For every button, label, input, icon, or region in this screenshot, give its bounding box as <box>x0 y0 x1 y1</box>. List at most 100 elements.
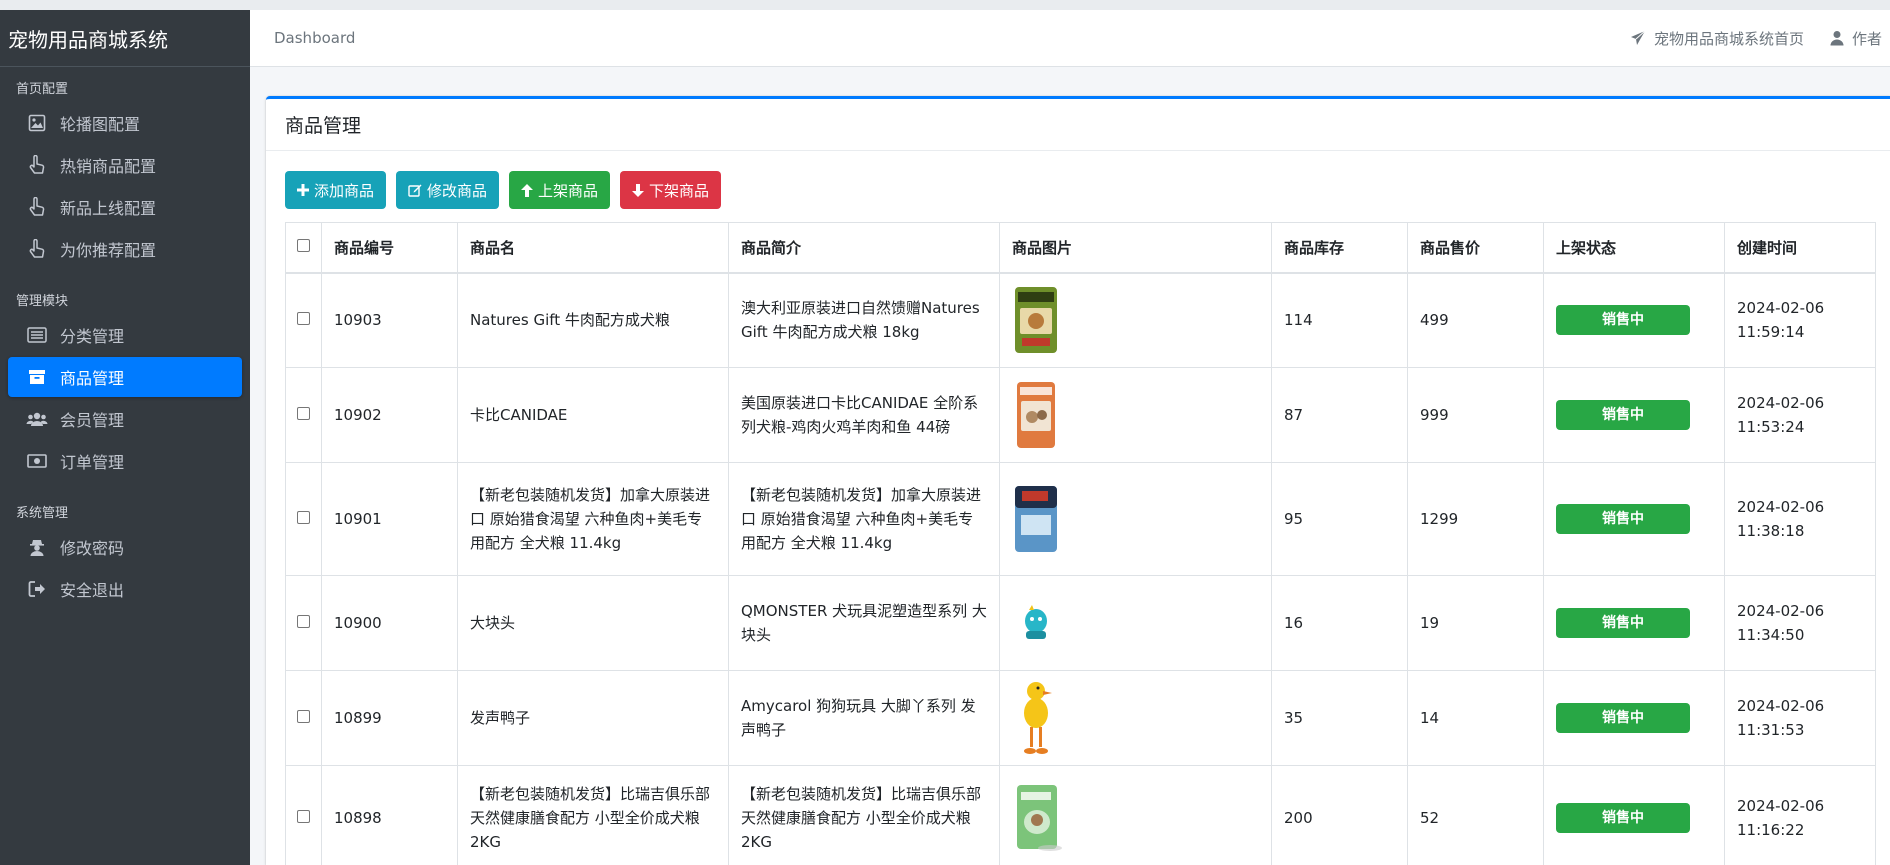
sidebar-item-order-management[interactable]: 订单管理 <box>8 441 242 481</box>
goods-intro: 澳大利亚原装进口自然馈赠Natures Gift 牛肉配方成犬粮 18kg <box>728 272 1000 368</box>
sidebar-item-new-goods-config[interactable]: 新品上线配置 <box>8 187 242 227</box>
sidebar-item-category-management[interactable]: 分类管理 <box>8 315 242 355</box>
sidebar-item-carousel-config[interactable]: 轮播图配置 <box>8 103 242 143</box>
goods-intro: QMONSTER 犬玩具泥塑造型系列 大块头 <box>728 575 1000 671</box>
sidebar-item-change-password[interactable]: 修改密码 <box>8 527 242 567</box>
column-header-id[interactable]: 商品编号 <box>321 222 458 274</box>
goods-status-cell: 销售中 <box>1543 765 1725 865</box>
goods-status-cell: 销售中 <box>1543 670 1725 766</box>
sidebar-item-label: 修改密码 <box>60 539 125 558</box>
column-header-intro[interactable]: 商品简介 <box>728 222 1000 274</box>
row-checkbox[interactable] <box>297 312 310 326</box>
goods-image-cell <box>999 462 1272 576</box>
sign-out-icon <box>26 579 48 599</box>
goods-price: 52 <box>1407 765 1544 865</box>
mall-home-link[interactable]: 宠物用品商城系统首页 <box>1630 28 1804 49</box>
goods-name: 大块头 <box>457 575 729 671</box>
goods-image-cell <box>999 575 1272 671</box>
row-checkbox[interactable] <box>297 407 310 420</box>
status-badge[interactable]: 销售中 <box>1556 305 1690 336</box>
author-link[interactable]: 作者 <box>1830 28 1882 49</box>
goods-name: Natures Gift 牛肉配方成犬粮 <box>457 272 729 368</box>
sidebar-item-label: 热销商品配置 <box>60 157 157 176</box>
goods-name: 发声鸭子 <box>457 670 729 766</box>
goods-price: 999 <box>1407 367 1544 463</box>
table-row[interactable]: 10899 发声鸭子 Amycarol 狗狗玩具 大脚丫系列 发声鸭子 35 1… <box>285 670 1876 766</box>
goods-intro: 【新老包装随机发货】加拿大原装进口 原始猎食渴望 六种鱼肉+美毛专用配方 全犬粮… <box>728 462 1000 576</box>
window-top-strip <box>0 0 1890 10</box>
column-header-created[interactable]: 创建时间 <box>1724 222 1876 274</box>
paper-plane-icon <box>1630 30 1646 45</box>
image-icon <box>26 113 48 133</box>
status-badge[interactable]: 销售中 <box>1556 803 1690 833</box>
row-checkbox[interactable] <box>297 710 310 723</box>
sidebar-item-recommend-config[interactable]: 为你推荐配置 <box>8 229 242 269</box>
table-row[interactable]: 10902 卡比CANIDAE 美国原装进口卡比CANIDAE 全阶系列犬粮-鸡… <box>285 367 1876 463</box>
goods-image-cell <box>999 765 1272 865</box>
column-header-image[interactable]: 商品图片 <box>999 222 1272 274</box>
goods-image-cell <box>999 367 1272 463</box>
row-checkbox[interactable] <box>297 511 310 524</box>
status-badge[interactable]: 销售中 <box>1556 703 1690 733</box>
row-select-cell <box>285 670 322 766</box>
row-checkbox[interactable] <box>297 615 310 628</box>
row-checkbox[interactable] <box>297 810 310 823</box>
row-select-cell <box>285 462 322 576</box>
action-toolbar: 添加商品 修改商品 上架商品 下架商品 <box>285 171 722 209</box>
goods-created: 2024-02-06 11:16:22 <box>1724 765 1876 865</box>
sidebar-item-label: 订单管理 <box>60 453 125 472</box>
on-shelf-button[interactable]: 上架商品 <box>509 171 611 209</box>
status-badge[interactable]: 销售中 <box>1556 504 1690 534</box>
author-link-label: 作者 <box>1851 29 1882 48</box>
breadcrumb[interactable]: Dashboard <box>274 29 355 47</box>
goods-intro: Amycarol 狗狗玩具 大脚丫系列 发声鸭子 <box>728 670 1000 766</box>
brand-title[interactable]: 宠物用品商城系统 <box>0 10 250 67</box>
column-header-stock[interactable]: 商品库存 <box>1271 222 1408 274</box>
table-row[interactable]: 10900 大块头 QMONSTER 犬玩具泥塑造型系列 大块头 16 19 销… <box>285 575 1876 671</box>
user-icon <box>1830 31 1844 46</box>
add-goods-button[interactable]: 添加商品 <box>285 171 387 209</box>
arrow-up-icon <box>521 183 534 197</box>
sidebar-item-goods-management[interactable]: 商品管理 <box>8 357 242 397</box>
edit-goods-button[interactable]: 修改商品 <box>396 171 500 209</box>
goods-id: 10901 <box>321 462 458 576</box>
select-all-checkbox[interactable] <box>297 239 310 253</box>
table-row[interactable]: 10898 【新老包装随机发货】比瑞吉俱乐部 天然健康膳食配方 小型全价成犬粮 … <box>285 765 1876 865</box>
on-shelf-label: 上架商品 <box>538 181 599 200</box>
dog-food-bag-blue-image <box>1015 486 1057 552</box>
sidebar-item-hot-goods-config[interactable]: 热销商品配置 <box>8 145 242 185</box>
sidebar-item-member-management[interactable]: 会员管理 <box>8 399 242 439</box>
column-header-status[interactable]: 上架状态 <box>1543 222 1725 274</box>
goods-id: 10903 <box>321 272 458 368</box>
table-row[interactable]: 10903 Natures Gift 牛肉配方成犬粮 澳大利亚原装进口自然馈赠N… <box>285 272 1876 368</box>
sidebar-section-management: 管理模块 <box>16 293 69 309</box>
top-navbar: Dashboard 宠物用品商城系统首页 作者 <box>250 10 1890 67</box>
arrow-down-icon <box>632 183 645 197</box>
dog-toy-figure-image <box>1025 605 1047 639</box>
row-select-cell <box>285 272 322 368</box>
column-header-price[interactable]: 商品售价 <box>1407 222 1544 274</box>
goods-name: 【新老包装随机发货】加拿大原装进口 原始猎食渴望 六种鱼肉+美毛专用配方 全犬粮… <box>457 462 729 576</box>
sidebar: 宠物用品商城系统 首页配置 轮播图配置 热销商品配置 新品上线配置 为你推荐配置… <box>0 10 250 865</box>
goods-status-cell: 销售中 <box>1543 575 1725 671</box>
column-header-name[interactable]: 商品名 <box>457 222 729 274</box>
sidebar-item-label: 分类管理 <box>60 327 125 346</box>
sidebar-item-label: 为你推荐配置 <box>60 241 157 260</box>
off-shelf-button[interactable]: 下架商品 <box>620 171 722 209</box>
sidebar-item-label: 会员管理 <box>60 411 125 430</box>
status-badge[interactable]: 销售中 <box>1556 400 1690 430</box>
table-header-row: 商品编号 商品名 商品简介 商品图片 商品库存 商品售价 上架状态 创建时间 <box>285 222 1876 274</box>
table-row[interactable]: 10901 【新老包装随机发货】加拿大原装进口 原始猎食渴望 六种鱼肉+美毛专用… <box>285 462 1876 576</box>
goods-created: 2024-02-06 11:34:50 <box>1724 575 1876 671</box>
row-select-cell <box>285 575 322 671</box>
status-badge[interactable]: 销售中 <box>1556 608 1690 638</box>
dog-food-bag-orange-image <box>1017 382 1055 448</box>
add-goods-label: 添加商品 <box>314 181 375 200</box>
goods-stock: 35 <box>1271 670 1408 766</box>
goods-stock: 200 <box>1271 765 1408 865</box>
sidebar-item-logout[interactable]: 安全退出 <box>8 569 242 609</box>
goods-image-cell <box>999 272 1272 368</box>
goods-status-cell: 销售中 <box>1543 272 1725 368</box>
hand-pointer-icon <box>26 239 48 259</box>
goods-stock: 87 <box>1271 367 1408 463</box>
